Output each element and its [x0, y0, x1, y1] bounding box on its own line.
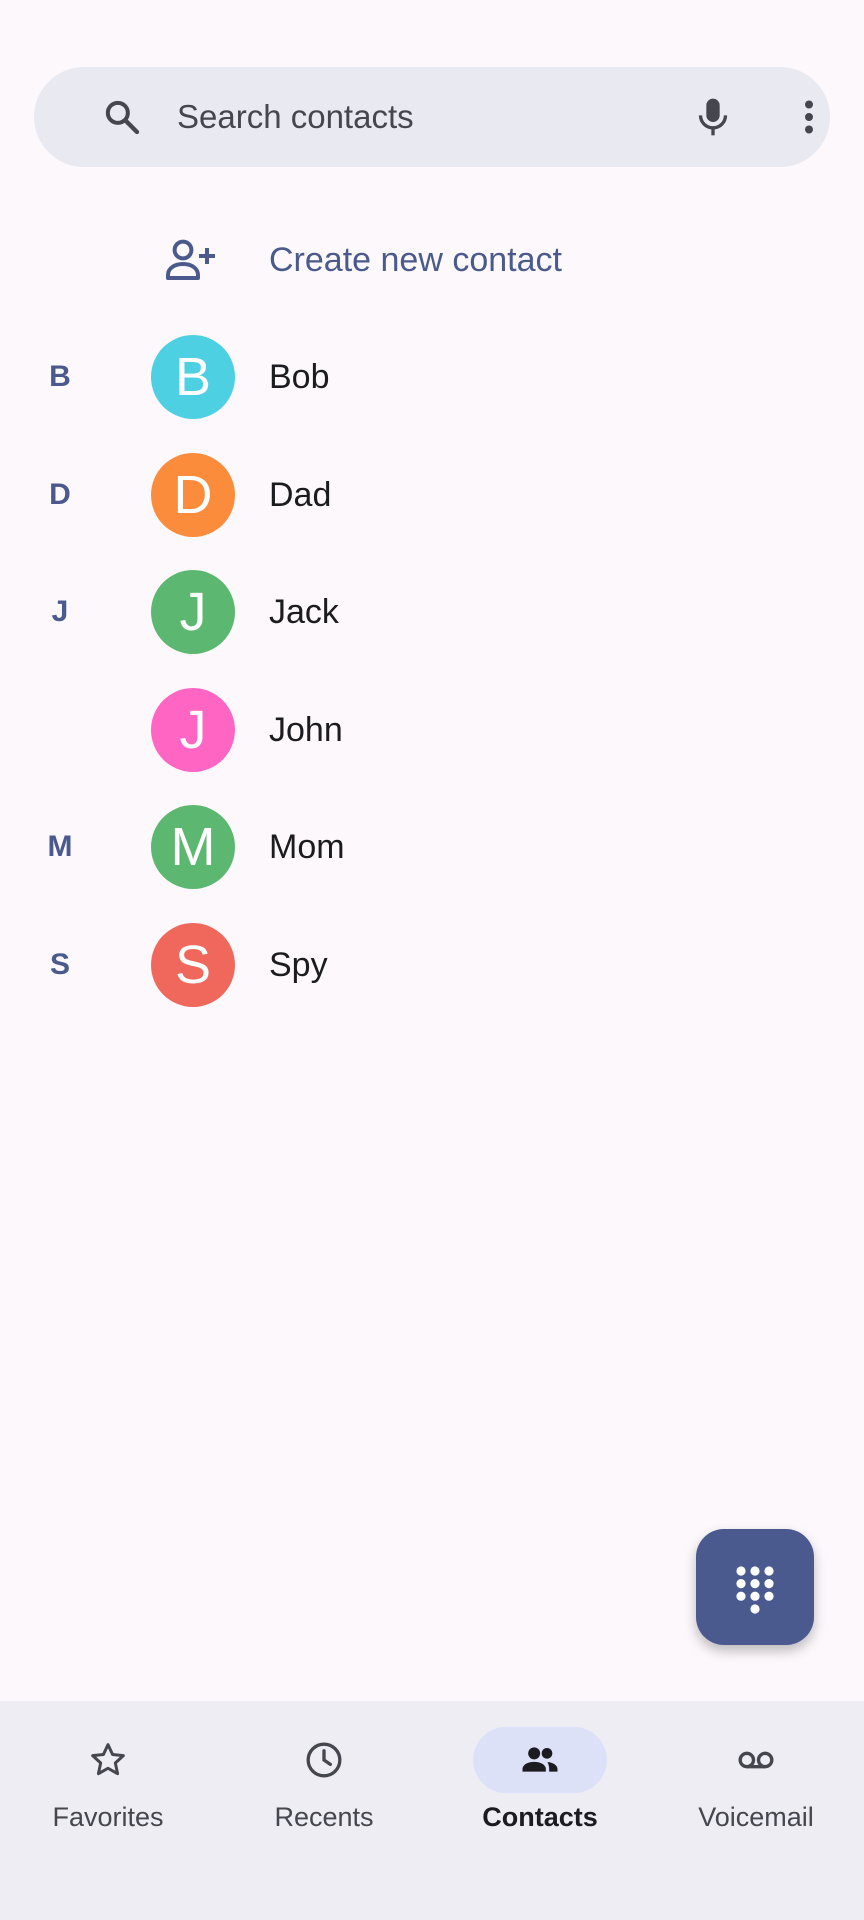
contact-name: Bob [269, 358, 330, 396]
avatar: D [151, 453, 235, 537]
search-input[interactable] [177, 67, 657, 167]
avatar: J [151, 570, 235, 654]
nav-icon-container [41, 1727, 175, 1793]
section-letter [40, 675, 80, 785]
person-add-icon [166, 239, 215, 280]
nav-voicemail[interactable]: Voicemail [648, 1701, 864, 1920]
contact-row[interactable]: S S Spy [0, 910, 864, 1020]
nav-icon-container [689, 1727, 823, 1793]
avatar: J [151, 688, 235, 772]
create-new-contact-label: Create new contact [269, 241, 562, 279]
contact-row[interactable]: B B Bob [0, 322, 864, 432]
nav-label: Voicemail [698, 1802, 814, 1832]
contact-name: Spy [269, 946, 328, 984]
contact-name: Dad [269, 476, 332, 514]
contact-name: John [269, 711, 343, 749]
search-bar[interactable] [34, 67, 830, 167]
contact-row[interactable]: J J Jack [0, 557, 864, 667]
nav-recents[interactable]: Recents [216, 1701, 432, 1920]
star-icon [91, 1743, 125, 1776]
avatar: B [151, 335, 235, 419]
nav-icon-container [473, 1727, 607, 1793]
dialpad-icon [736, 1566, 774, 1614]
voicemail-icon [738, 1751, 774, 1769]
people-icon [522, 1747, 558, 1772]
create-new-contact-button[interactable]: Create new contact [0, 225, 864, 295]
nav-label: Favorites [52, 1802, 164, 1832]
section-letter: B [49, 360, 71, 393]
nav-contacts[interactable]: Contacts [432, 1701, 648, 1920]
avatar: M [151, 805, 235, 889]
section-letter: S [49, 948, 70, 981]
section-letter: M [47, 830, 73, 863]
contact-row[interactable]: J John [0, 675, 864, 785]
nav-label: Contacts [482, 1802, 598, 1832]
contact-row[interactable]: D D Dad [0, 440, 864, 550]
contact-name: Mom [269, 828, 345, 866]
more-vert-icon[interactable] [789, 97, 829, 137]
nav-favorites[interactable]: Favorites [0, 1701, 216, 1920]
bottom-navigation: Favorites Recents Contacts Voicemail [0, 1701, 864, 1920]
section-letter: D [49, 478, 71, 511]
dialpad-button[interactable] [696, 1529, 814, 1645]
avatar: S [151, 923, 235, 1007]
contact-name: Jack [269, 593, 339, 631]
nav-label: Recents [274, 1802, 374, 1832]
contact-row[interactable]: M M Mom [0, 792, 864, 902]
nav-icon-container [257, 1727, 391, 1793]
section-letter: J [51, 595, 69, 628]
clock-icon [306, 1742, 342, 1778]
search-icon [105, 100, 140, 135]
mic-icon[interactable] [693, 95, 733, 139]
